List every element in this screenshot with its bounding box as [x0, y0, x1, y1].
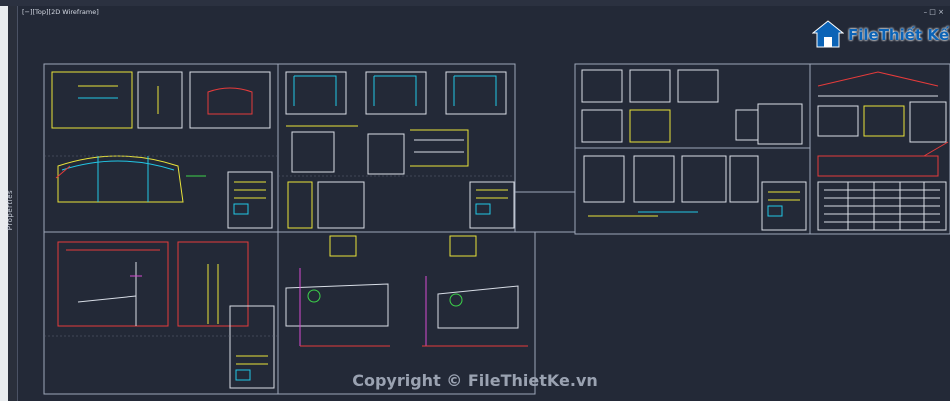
house-icon	[812, 20, 844, 48]
cad-drawing	[43, 63, 950, 395]
sheet-frame-a	[43, 63, 516, 233]
drawing-viewport[interactable]: [−][Top][2D Wireframe] – □ × FileThiết K…	[18, 6, 950, 401]
copyright-watermark: Copyright © FileThietKe.vn	[352, 371, 598, 390]
properties-label: Properties	[6, 189, 15, 231]
filethietke-logo: FileThiết Kế.vn	[812, 16, 950, 50]
logo-text: FileThiết Kế.vn	[848, 26, 950, 44]
properties-palette[interactable]: Properties	[6, 6, 18, 401]
